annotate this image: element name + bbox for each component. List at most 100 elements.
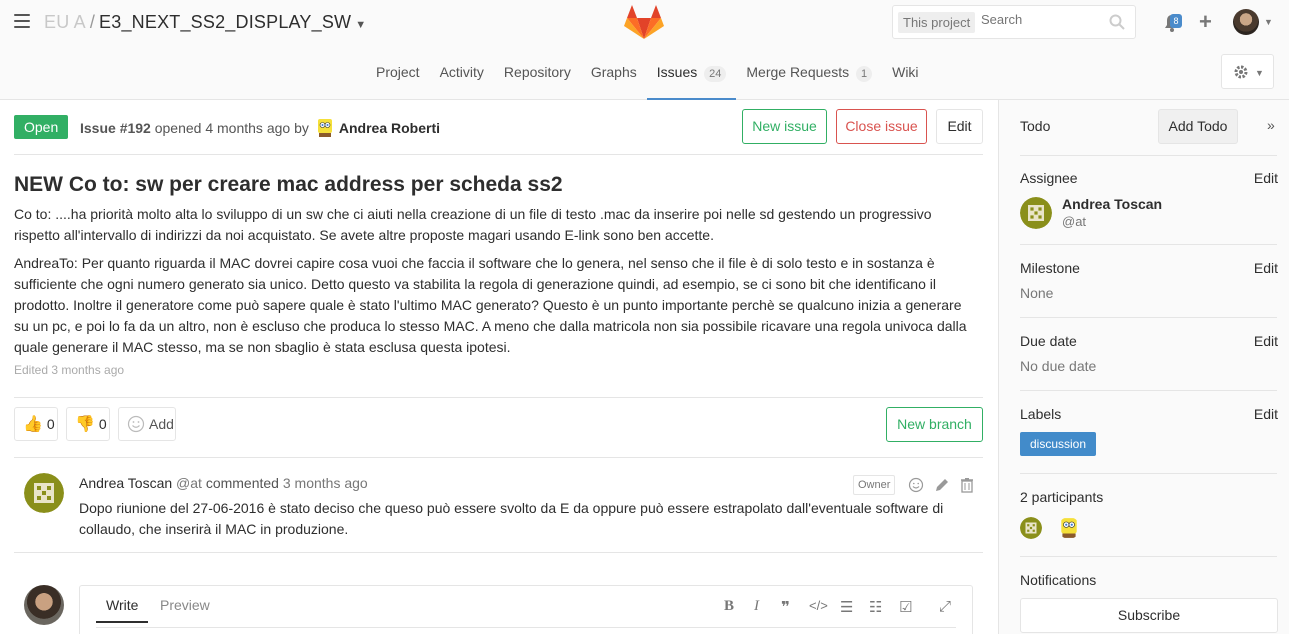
breadcrumb: EU A / E3_NEXT_SS2_DISPLAY_SW ▼	[44, 12, 366, 33]
issue-description-paragraph: AndreaTo: Per quanto riguarda il MAC dov…	[14, 255, 967, 355]
label-discussion[interactable]: discussion	[1020, 432, 1097, 456]
plus-icon[interactable]: +	[1199, 11, 1212, 33]
thumbs-up-icon: 👍	[23, 416, 43, 433]
due-date-value: No due date	[1020, 358, 1097, 374]
subscribe-button[interactable]: Subscribe	[1020, 598, 1278, 633]
smiley-icon[interactable]	[908, 477, 924, 493]
divider	[14, 552, 983, 553]
numbered-list-icon[interactable]: ☷	[869, 598, 882, 616]
comment-time[interactable]: 3 months ago	[283, 475, 368, 491]
divider	[14, 154, 983, 155]
milestone-edit-link[interactable]: Edit	[1254, 260, 1278, 276]
gitlab-logo-icon[interactable]	[624, 4, 664, 40]
participant-avatar[interactable]	[1020, 517, 1042, 539]
assignee-avatar[interactable]	[1020, 197, 1052, 229]
breadcrumb-separator: /	[89, 12, 96, 32]
search-icon	[1109, 14, 1125, 30]
assignee-edit-link[interactable]: Edit	[1254, 170, 1278, 186]
thumbs-down-award-button[interactable]: 👎 0	[66, 407, 110, 441]
new-branch-button[interactable]: New branch	[886, 407, 983, 442]
add-award-button[interactable]: Add	[118, 407, 176, 441]
labels-label: Labels	[1020, 406, 1062, 422]
divider	[14, 457, 983, 458]
due-date-edit-link[interactable]: Edit	[1254, 333, 1278, 349]
assignee-name[interactable]: Andrea Toscan	[1062, 196, 1162, 212]
trash-icon[interactable]	[959, 477, 975, 493]
divider	[14, 397, 983, 398]
thumbs-down-icon: 👎	[75, 416, 95, 433]
divider	[1020, 390, 1277, 391]
assignee-label: Assignee	[1020, 170, 1078, 186]
edited-timestamp: Edited 3 months ago	[14, 363, 125, 377]
todo-label: Todo	[1020, 118, 1051, 134]
divider	[1020, 155, 1277, 156]
divider	[1020, 244, 1277, 245]
chevron-down-icon: ▼	[1255, 68, 1264, 78]
quote-icon[interactable]: ❞	[781, 598, 790, 616]
settings-dropdown-button[interactable]: ▼	[1221, 54, 1274, 89]
nav-tab-merge-requests[interactable]: Merge Requests 1	[736, 54, 882, 98]
chevron-down-icon[interactable]: ▼	[355, 19, 366, 31]
top-header: EU A / E3_NEXT_SS2_DISPLAY_SW ▼ This projec…	[0, 0, 1289, 100]
collapse-sidebar-icon[interactable]: »	[1267, 117, 1275, 133]
fullscreen-icon[interactable]: ⤢	[939, 598, 951, 615]
participants-label: 2 participants	[1020, 489, 1104, 505]
search-box[interactable]: This project	[892, 5, 1136, 39]
task-list-icon[interactable]: ☑	[899, 598, 912, 616]
milestone-label: Milestone	[1020, 260, 1080, 276]
chevron-down-icon[interactable]: ▼	[1264, 17, 1273, 27]
project-nav: Project Activity Repository Graphs Issue…	[366, 54, 929, 100]
comment-header: Andrea Toscan @at commented 3 months ago	[79, 475, 368, 491]
owner-badge: Owner	[853, 475, 896, 495]
nav-tab-wiki[interactable]: Wiki	[882, 54, 928, 98]
code-icon[interactable]: </>	[809, 598, 828, 613]
issue-author-link[interactable]: Andrea Roberti	[339, 120, 440, 136]
edit-issue-button[interactable]: Edit	[936, 109, 983, 144]
assignee-handle: @at	[1062, 214, 1087, 229]
due-date-label: Due date	[1020, 333, 1077, 349]
issue-number: Issue #192	[80, 120, 151, 136]
nav-tab-graphs[interactable]: Graphs	[581, 54, 647, 98]
divider	[1020, 317, 1277, 318]
user-avatar[interactable]	[1233, 9, 1259, 35]
new-issue-button[interactable]: New issue	[742, 109, 827, 144]
comment-author-handle[interactable]: @at	[176, 475, 202, 491]
by-text: by	[294, 120, 309, 136]
search-input[interactable]	[981, 12, 1101, 27]
author-avatar[interactable]	[315, 118, 335, 138]
nav-tab-repository[interactable]: Repository	[494, 54, 581, 98]
preview-tab[interactable]: Preview	[150, 597, 220, 621]
italic-icon[interactable]: I	[754, 598, 759, 615]
current-user-avatar	[24, 585, 64, 625]
nav-tab-issues[interactable]: Issues 24	[646, 54, 737, 100]
search-scope-badge[interactable]: This project	[898, 12, 976, 33]
divider	[1020, 556, 1277, 557]
nav-tab-activity[interactable]: Activity	[430, 54, 494, 98]
nav-tab-project[interactable]: Project	[366, 54, 430, 98]
labels-edit-link[interactable]: Edit	[1254, 406, 1278, 422]
notification-count-badge: 8	[1170, 14, 1182, 28]
comment-action: commented	[205, 475, 279, 491]
participant-avatar[interactable]	[1058, 517, 1080, 539]
opened-text: opened	[154, 120, 202, 136]
issue-main: Open Issue #192 opened 4 months ago by An…	[0, 100, 998, 634]
hamburger-menu-icon[interactable]	[14, 14, 30, 28]
issue-meta: Issue #192 opened 4 months ago by Andrea …	[80, 118, 440, 138]
add-todo-button[interactable]: Add Todo	[1158, 109, 1238, 144]
write-tab[interactable]: Write	[96, 597, 149, 623]
comment-author[interactable]: Andrea Toscan	[79, 475, 172, 491]
close-issue-button[interactable]: Close issue	[836, 109, 927, 144]
breadcrumb-project[interactable]: E3_NEXT_SS2_DISPLAY_SW	[99, 12, 351, 32]
thumbs-up-count: 0	[46, 416, 55, 432]
smiley-icon	[127, 415, 145, 433]
pencil-icon[interactable]	[934, 477, 950, 493]
comment-body: Dopo riunione del 27-06-2016 è stato dec…	[79, 500, 944, 537]
bold-icon[interactable]: B	[724, 598, 734, 615]
status-badge: Open	[14, 115, 69, 139]
thumbs-up-award-button[interactable]: 👍 0	[14, 407, 58, 441]
gear-icon	[1234, 65, 1248, 79]
divider	[1020, 473, 1277, 474]
bullet-list-icon[interactable]: ☰	[840, 598, 853, 616]
breadcrumb-group[interactable]: EU A	[44, 12, 86, 32]
commenter-avatar[interactable]	[24, 473, 64, 513]
